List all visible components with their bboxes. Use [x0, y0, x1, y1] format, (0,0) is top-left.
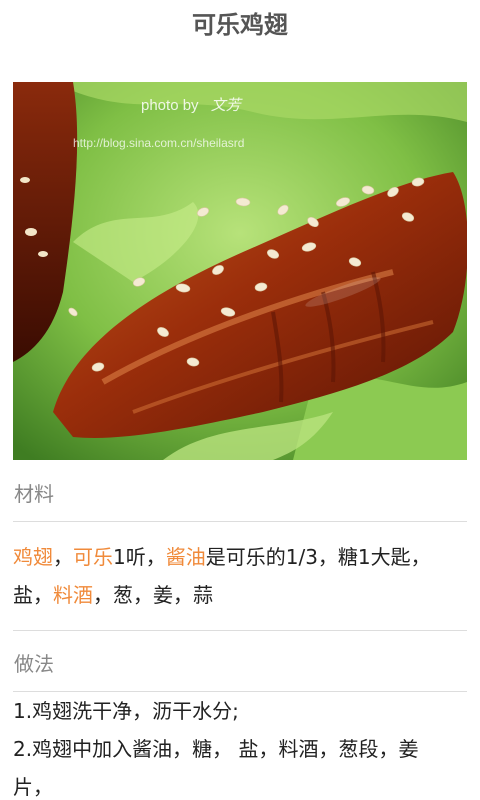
method-step: 2.鸡翅中加入酱油，糖， 盐，料酒，葱段，姜 — [13, 737, 419, 761]
ingredient-text: 是可乐的1/3，糖1大匙， — [205, 545, 431, 569]
ingredient-text: ， — [53, 545, 73, 569]
ingredients-label: 材料 — [14, 482, 54, 506]
watermark-author-signature: 文芳 — [210, 97, 241, 114]
ingredient-text: 1听， — [113, 545, 166, 569]
ingredients-line-2: 盐，料酒，葱，姜，蒜 — [13, 576, 453, 614]
method-steps: 1.鸡翅洗干净，沥干水分; 2.鸡翅中加入酱油，糖， 盐，料酒，葱段，姜 片， — [13, 692, 463, 800]
method-step: 片， — [13, 775, 53, 799]
photo-watermark-credit: photo by 文芳 — [141, 94, 241, 115]
ingredient-link-cola[interactable]: 可乐 — [73, 545, 113, 569]
divider — [13, 521, 467, 522]
ingredient-link-soy-sauce[interactable]: 酱油 — [166, 545, 206, 569]
ingredients-list: 鸡翅，可乐1听，酱油是可乐的1/3，糖1大匙， 盐，料酒，葱，姜，蒜 — [13, 538, 453, 614]
divider — [13, 630, 467, 631]
page-title: 可乐鸡翅 — [192, 11, 288, 39]
ingredient-text: 盐， — [13, 583, 53, 607]
photo-watermark-url: http://blog.sina.com.cn/sheilasrd — [73, 136, 245, 150]
ingredient-text: ，葱，姜，蒜 — [93, 583, 213, 607]
method-step: 1.鸡翅洗干净，沥干水分; — [13, 699, 239, 723]
ingredient-link-chicken-wing[interactable]: 鸡翅 — [13, 545, 53, 569]
watermark-credit-text: photo by — [141, 97, 199, 114]
ingredients-line-1: 鸡翅，可乐1听，酱油是可乐的1/3，糖1大匙， — [13, 538, 453, 576]
ingredient-link-cooking-wine[interactable]: 料酒 — [53, 583, 93, 607]
method-label: 做法 — [14, 652, 54, 676]
recipe-page: 可乐鸡翅 photo by 文芳 http://blog.sina.com.cn… — [0, 0, 480, 800]
recipe-photo: photo by 文芳 http://blog.sina.com.cn/shei… — [13, 82, 467, 460]
